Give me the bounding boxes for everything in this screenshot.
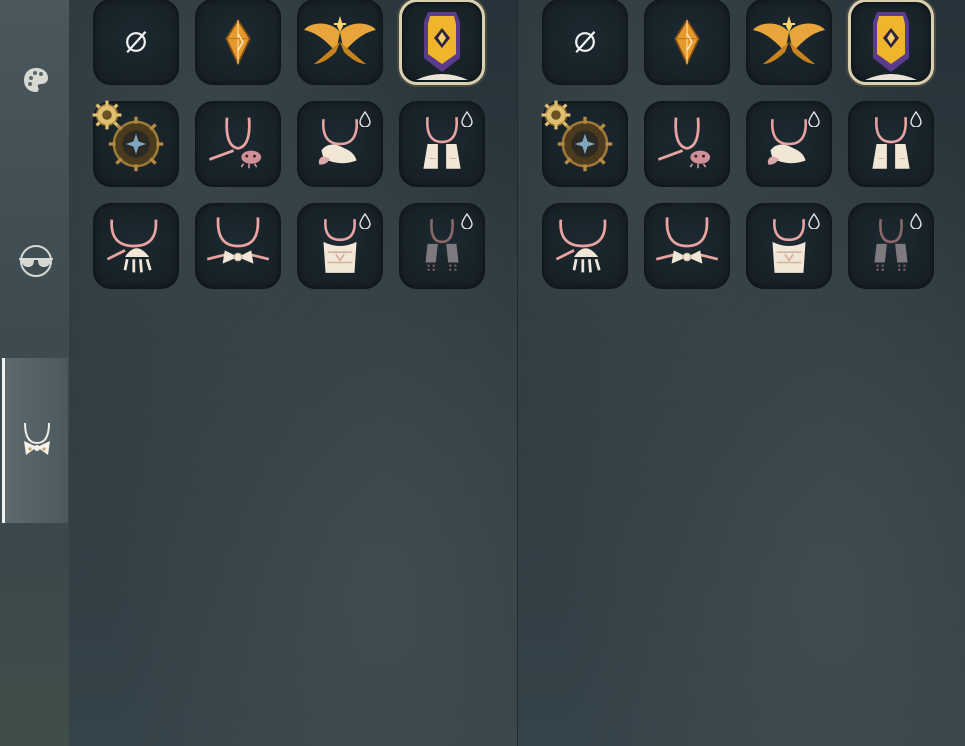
rail-item-hair[interactable]: [4, 45, 68, 115]
necklace-crab-icon: [205, 111, 271, 177]
none-icon: [114, 20, 158, 64]
slot-sun-gear[interactable]: [93, 101, 179, 187]
drop-icon: [910, 213, 922, 229]
slot-necklace-tassel[interactable]: [848, 203, 934, 289]
golden-wings-icon: [749, 12, 829, 72]
necklace-jellyfish-icon: [103, 213, 169, 279]
palette-icon: [24, 68, 48, 92]
item-grid-panel-right: [517, 0, 965, 746]
amber-crystal-icon: [662, 7, 712, 77]
necklace-bow-icon: [205, 213, 271, 279]
drop-icon: [808, 111, 820, 127]
necklace-crab-icon: [654, 111, 720, 177]
slot-necklace-scarf[interactable]: [746, 203, 832, 289]
slot-amber-crystal[interactable]: [195, 0, 281, 85]
drop-icon: [461, 111, 473, 127]
slot-necklace-cloth[interactable]: [848, 101, 934, 187]
slot-necklace-cloth[interactable]: [399, 101, 485, 187]
golden-wings-icon: [300, 12, 380, 72]
rail-item-glasses[interactable]: [4, 226, 68, 296]
none-icon: [563, 20, 607, 64]
necklace-jellyfish-icon: [552, 213, 618, 279]
slot-amber-crystal[interactable]: [644, 0, 730, 85]
category-rail: [0, 0, 70, 746]
slot-none[interactable]: [93, 0, 179, 85]
slot-necklace-jellyfish[interactable]: [542, 203, 628, 289]
gear-badge-icon: [91, 99, 123, 131]
slot-sun-gear[interactable]: [542, 101, 628, 187]
slot-necklace-crab[interactable]: [195, 101, 281, 187]
slot-golden-wings[interactable]: [746, 0, 832, 85]
slot-necklace-scarf[interactable]: [297, 203, 383, 289]
slot-purple-amulet-selected[interactable]: [848, 0, 934, 85]
purple-amulet-icon: [861, 2, 921, 82]
slot-necklace-tassel[interactable]: [399, 203, 485, 289]
slot-none[interactable]: [542, 0, 628, 85]
slot-purple-amulet-selected[interactable]: [399, 0, 485, 85]
slot-necklace-jellyfish[interactable]: [93, 203, 179, 289]
slot-scarf-fan[interactable]: [297, 101, 383, 187]
slot-scarf-fan[interactable]: [746, 101, 832, 187]
purple-amulet-icon: [412, 2, 472, 82]
drop-icon: [359, 111, 371, 127]
drop-icon: [359, 213, 371, 229]
necklace-bow-icon: [654, 213, 720, 279]
slot-necklace-bow[interactable]: [644, 203, 730, 289]
slot-golden-wings[interactable]: [297, 0, 383, 85]
drop-icon: [808, 213, 820, 229]
sunglasses-icon: [19, 245, 53, 277]
gear-badge-icon: [540, 99, 572, 131]
rail-item-neck[interactable]: [2, 358, 68, 523]
slot-necklace-bow[interactable]: [195, 203, 281, 289]
slot-necklace-crab[interactable]: [644, 101, 730, 187]
drop-icon: [461, 213, 473, 229]
item-grid-panel-left: [69, 0, 517, 746]
amber-crystal-icon: [213, 7, 263, 77]
necklace-bow-icon: [23, 422, 50, 455]
drop-icon: [910, 111, 922, 127]
